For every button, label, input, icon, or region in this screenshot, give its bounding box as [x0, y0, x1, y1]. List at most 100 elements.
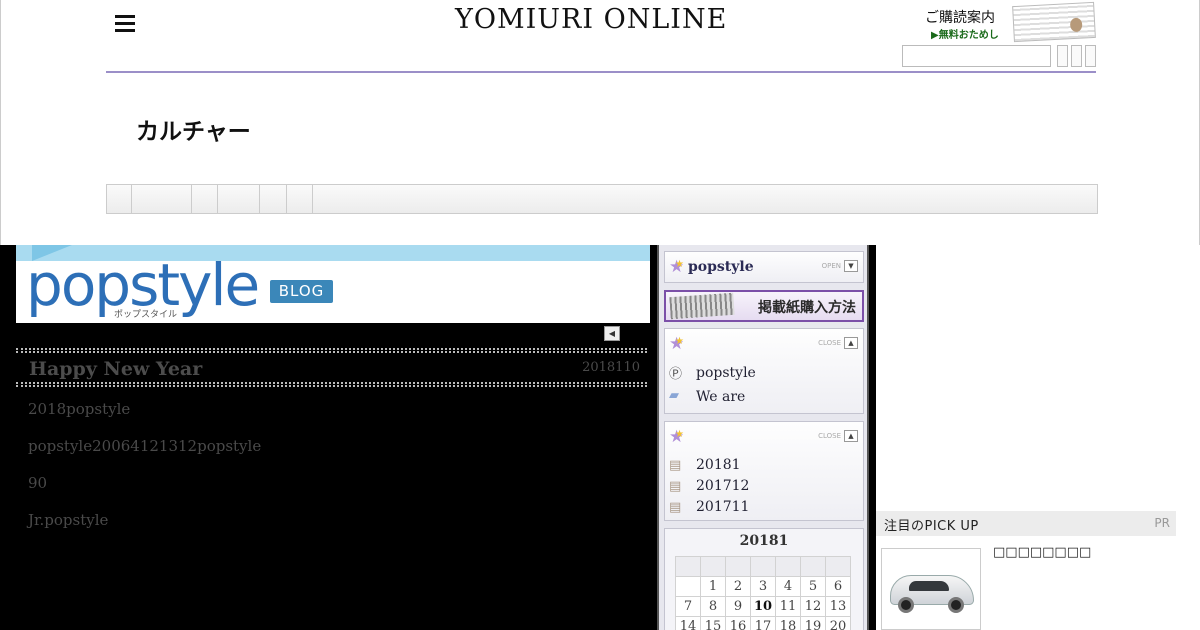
p-circle-icon: Ⓟ	[669, 367, 683, 382]
category-item[interactable]: We are	[696, 389, 745, 405]
weekday-cell	[775, 556, 801, 577]
calendar-day: 11	[775, 596, 801, 617]
calendar-day: 15	[700, 616, 726, 630]
calendar-day: 19	[800, 616, 826, 630]
entry-date: 2018110	[582, 360, 640, 375]
pr-title: 注目のPICK UP	[884, 519, 979, 534]
site-logo[interactable]: YOMIURI ONLINE	[455, 4, 727, 35]
category-item[interactable]: popstyle	[696, 365, 756, 381]
purchase-info-banner[interactable]: 掲載紙購入方法	[664, 290, 864, 322]
free-trial-link[interactable]: ▶無料おためし	[931, 26, 999, 41]
calendar-day-linked[interactable]: 10	[750, 596, 776, 617]
star-icon: ★ ★	[669, 427, 685, 447]
blog-sidebar: ★ ★ popstyle OPEN ▼ 掲載紙購入方法 ★ ★ CLOSE ▲ Ⓟ …	[657, 245, 869, 630]
calendar-week: 1 2 3 4 5 6	[675, 576, 851, 597]
profile-box-toggle-label: OPEN	[821, 262, 841, 270]
pr-tag: PR	[1154, 516, 1170, 530]
calendar-day: 1	[700, 576, 726, 597]
archive-item[interactable]: 201711	[696, 499, 749, 515]
weekday-cell	[700, 556, 726, 577]
search-option-button-2[interactable]	[1085, 45, 1096, 67]
right-column: 注目のPICK UP PR □□□□□□□□	[876, 245, 1200, 630]
calendar-day: 2	[725, 576, 751, 597]
star-icon: ★ ★	[669, 334, 685, 354]
pr-header: 注目のPICK UP PR	[876, 511, 1176, 536]
archive-item[interactable]: 201712	[696, 478, 749, 494]
calendar-day: 5	[800, 576, 826, 597]
category-nav	[106, 184, 1098, 214]
star-icon: ★ ★	[669, 257, 685, 277]
title-divider-top	[16, 348, 647, 353]
calendar-day: 12	[800, 596, 826, 617]
newspaper-image	[1012, 1, 1096, 43]
newspaper-icon	[669, 292, 735, 320]
nav-tab-3[interactable]	[192, 185, 218, 213]
category-box-toggle-label: CLOSE	[818, 339, 841, 347]
header-divider	[106, 71, 1096, 73]
page-title: カルチャー	[136, 119, 251, 145]
calendar-day	[675, 576, 701, 597]
calendar-week: 14 15 16 17 18 19 20	[675, 616, 851, 630]
search-button[interactable]	[1057, 45, 1068, 67]
entry-paragraph: Jr.popstyle	[28, 511, 109, 529]
weekday-cell	[750, 556, 776, 577]
calendar-day: 8	[700, 596, 726, 617]
archive-icon: ▤	[669, 500, 682, 515]
nav-tab-4[interactable]	[218, 185, 260, 213]
menu-icon[interactable]	[115, 15, 135, 33]
calendar-day: 4	[775, 576, 801, 597]
weekday-cell	[675, 556, 701, 577]
entry-paragraph: popstyle20064121312popstyle	[28, 437, 262, 455]
folder-icon: ▰	[669, 388, 679, 403]
entry-paragraph: 2018popstyle	[28, 400, 131, 418]
prev-entry-button[interactable]: ◀	[604, 326, 620, 341]
logo-kana: ポップスタイル	[114, 310, 178, 320]
calendar-day: 14	[675, 616, 701, 630]
calendar-weekday-row	[675, 556, 851, 577]
calendar-title: 20181	[739, 533, 789, 549]
calendar-day: 6	[825, 576, 851, 597]
search-option-button[interactable]	[1071, 45, 1082, 67]
blog-badge: BLOG	[270, 280, 333, 303]
weekday-cell	[825, 556, 851, 577]
purchase-info-label: 掲載紙購入方法	[758, 300, 856, 316]
archive-box-toggle-label: CLOSE	[818, 432, 841, 440]
search-input[interactable]	[902, 45, 1051, 67]
entry-paragraph: 90	[28, 474, 48, 492]
car-wheel	[948, 597, 964, 613]
profile-box: ★ ★ popstyle OPEN ▼	[664, 251, 864, 283]
archive-item[interactable]: 20181	[696, 457, 741, 473]
calendar-week: 7 8 9 10 11 12 13	[675, 596, 851, 617]
collapse-icon[interactable]: ▲	[844, 430, 858, 442]
subscription-promo[interactable]: ご購読案内 ▶無料おためし	[923, 1, 1096, 43]
category-box: ★ ★ CLOSE ▲ Ⓟ popstyle ▰ We are	[664, 328, 864, 414]
car-wheel	[898, 597, 914, 613]
profile-box-title[interactable]: popstyle	[688, 259, 754, 275]
archive-icon: ▤	[669, 458, 682, 473]
subscription-title: ご購読案内	[925, 10, 995, 26]
calendar: 20181 1 2 3 4 5 6 7 8 9 10 11 12 13 14 1…	[664, 528, 864, 630]
pr-item-link[interactable]: □□□□□□□□	[993, 545, 1091, 560]
pr-thumbnail[interactable]	[881, 548, 981, 630]
calendar-day: 3	[750, 576, 776, 597]
calendar-day: 20	[825, 616, 851, 630]
calendar-grid: 1 2 3 4 5 6 7 8 9 10 11 12 13 14 15 16 1…	[675, 556, 851, 630]
nav-tab-6[interactable]	[287, 185, 313, 213]
weekday-cell	[725, 556, 751, 577]
calendar-day: 18	[775, 616, 801, 630]
collapse-icon[interactable]: ▲	[844, 337, 858, 349]
calendar-day: 9	[725, 596, 751, 617]
entry-title[interactable]: Happy New Year	[29, 358, 202, 380]
weekday-cell	[800, 556, 826, 577]
nav-tab-5[interactable]	[260, 185, 287, 213]
title-divider-bottom	[16, 382, 647, 387]
nav-tab-2[interactable]	[132, 185, 192, 213]
expand-icon[interactable]: ▼	[844, 260, 858, 272]
nav-tab-1[interactable]	[107, 185, 132, 213]
archive-box: ★ ★ CLOSE ▲ ▤ 20181 ▤ 201712 ▤ 201711	[664, 421, 864, 521]
site-header: YOMIURI ONLINE ご購読案内 ▶無料おためし カルチャー	[0, 0, 1200, 245]
blog-banner[interactable]: popstyle ポップスタイル BLOG	[16, 245, 650, 323]
calendar-day: 7	[675, 596, 701, 617]
archive-icon: ▤	[669, 479, 682, 494]
calendar-day: 13	[825, 596, 851, 617]
